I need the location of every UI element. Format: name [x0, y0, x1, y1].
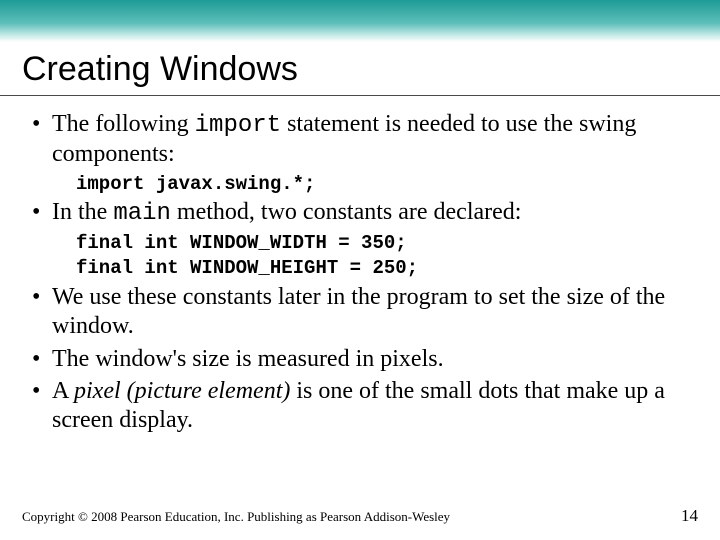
bullet-list: In the main method, two constants are de…: [26, 198, 694, 228]
text-fragment: In the: [52, 199, 113, 225]
bullet-list: The following import statement is needed…: [26, 110, 694, 170]
code-line: final int WINDOW_HEIGHT = 250;: [26, 257, 694, 281]
bullet-item: The following import statement is needed…: [26, 110, 694, 170]
bullet-item: The window's size is measured in pixels.: [26, 345, 694, 374]
page-number: 14: [681, 506, 698, 526]
footer: Copyright © 2008 Pearson Education, Inc.…: [22, 506, 698, 526]
copyright-text: Copyright © 2008 Pearson Education, Inc.…: [22, 509, 450, 525]
text-fragment: A: [52, 378, 74, 404]
bullet-list: We use these constants later in the prog…: [26, 283, 694, 435]
inline-code: main: [113, 200, 171, 227]
text-fragment: The following: [52, 111, 195, 137]
text-fragment: The window's size is measured in pixels.: [52, 346, 444, 372]
content-area: The following import statement is needed…: [0, 110, 720, 435]
bullet-item: We use these constants later in the prog…: [26, 283, 694, 342]
text-fragment: method, two constants are declared:: [171, 199, 522, 225]
inline-code: import: [195, 112, 281, 139]
text-fragment: We use these constants later in the prog…: [52, 284, 665, 339]
header-bar: [0, 0, 720, 42]
italic-text: pixel (picture element): [74, 378, 290, 404]
slide-title: Creating Windows: [0, 42, 720, 96]
bullet-item: A pixel (picture element) is one of the …: [26, 377, 694, 436]
slide: Creating Windows The following import st…: [0, 0, 720, 540]
bullet-item: In the main method, two constants are de…: [26, 198, 694, 228]
code-line: import javax.swing.*;: [26, 173, 694, 197]
code-line: final int WINDOW_WIDTH = 350;: [26, 232, 694, 256]
